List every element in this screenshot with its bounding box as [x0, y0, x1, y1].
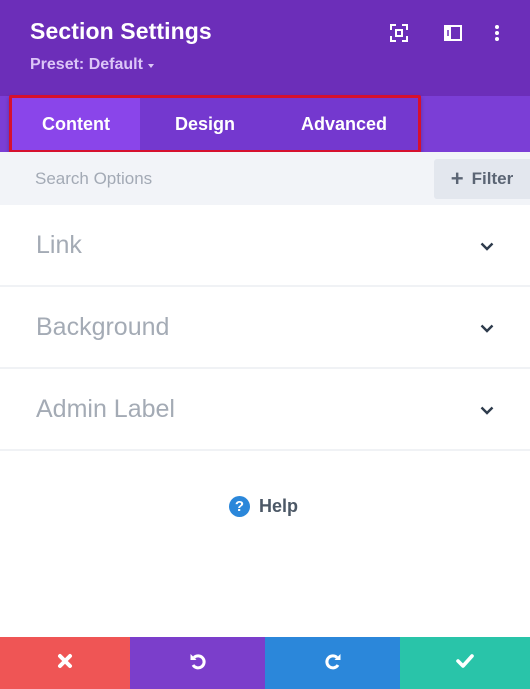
accordion-label: Link — [36, 230, 82, 259]
tab-design[interactable]: Design — [140, 96, 270, 152]
discard-button[interactable] — [0, 637, 130, 689]
chevron-down-icon — [480, 238, 494, 256]
help-label: Help — [259, 495, 299, 516]
preset-label: Preset: Default — [30, 56, 143, 73]
modal-title: Section Settings — [30, 18, 212, 44]
undo-button[interactable] — [130, 637, 265, 689]
chevron-down-icon — [480, 402, 494, 420]
accordion-background[interactable]: Background — [0, 287, 530, 369]
split-view-icon[interactable] — [443, 23, 463, 43]
save-button[interactable] — [400, 637, 530, 689]
search-input[interactable] — [20, 160, 420, 198]
accordion-link[interactable]: Link — [0, 205, 530, 287]
settings-header: Section Settings Preset: Default — [0, 0, 530, 96]
more-options-icon[interactable] — [487, 23, 507, 43]
filter-button[interactable]: + Filter — [434, 159, 530, 199]
fullscreen-icon[interactable] — [389, 23, 409, 43]
close-icon — [57, 653, 73, 674]
action-bar — [0, 637, 530, 689]
accordion-label: Admin Label — [36, 394, 175, 423]
plus-icon: + — [450, 166, 464, 191]
filter-label: Filter — [471, 169, 514, 188]
redo-icon — [324, 652, 342, 675]
accordion-label: Background — [36, 312, 170, 341]
redo-button[interactable] — [265, 637, 400, 689]
tab-advanced[interactable]: Advanced — [270, 96, 418, 152]
tab-bar: Content Design Advanced — [0, 96, 530, 152]
search-bar: + Filter — [0, 152, 530, 205]
check-icon — [456, 653, 474, 673]
accordion-admin-label[interactable]: Admin Label — [0, 369, 530, 451]
tab-content[interactable]: Content — [12, 96, 140, 152]
undo-icon — [189, 652, 207, 675]
help-icon: ? — [229, 495, 250, 517]
help-link[interactable]: ? Help — [229, 494, 298, 518]
preset-dropdown[interactable]: Preset: Default — [30, 56, 154, 74]
chevron-down-icon — [480, 320, 494, 338]
caret-down-icon — [147, 64, 154, 68]
